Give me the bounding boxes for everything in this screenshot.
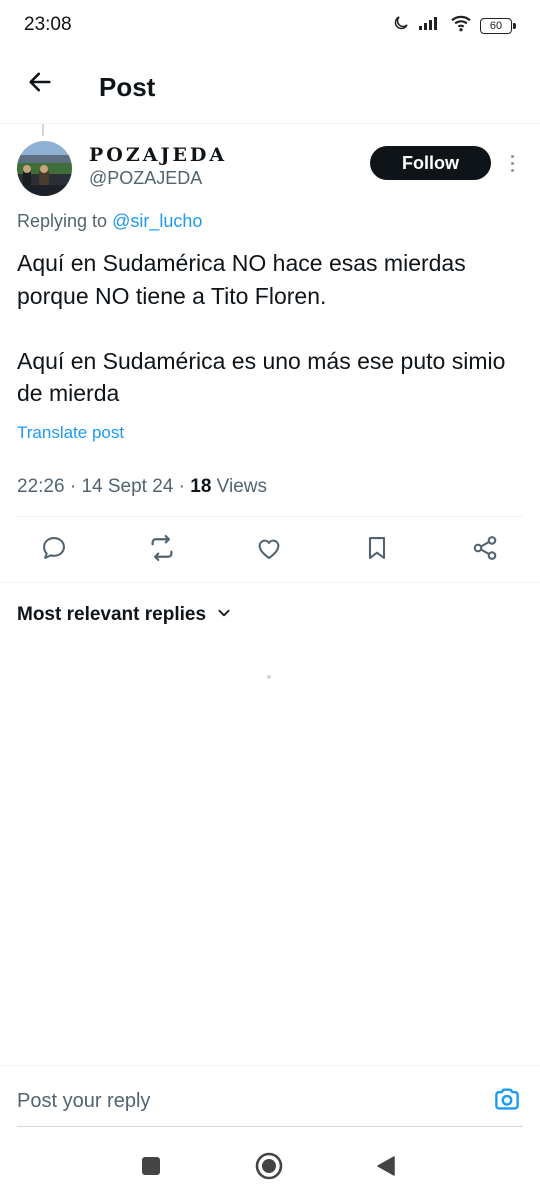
share-button[interactable]	[468, 533, 502, 567]
post-date: 14 Sept 24	[81, 476, 174, 497]
more-dot	[510, 168, 514, 172]
share-icon	[471, 534, 499, 567]
triangle-back-icon	[375, 1155, 397, 1182]
replying-to-link[interactable]: @sir_lucho	[112, 211, 202, 231]
bookmark-button[interactable]	[360, 533, 394, 567]
more-dot	[510, 154, 514, 158]
avatar[interactable]	[17, 141, 72, 196]
reply-icon	[40, 534, 68, 567]
nav-home-button[interactable]	[251, 1150, 287, 1186]
more-options-button[interactable]	[502, 150, 522, 176]
composer-divider	[0, 1065, 540, 1066]
post-paragraph: Aquí en Sudamérica es uno más ese puto s…	[17, 347, 506, 407]
camera-icon	[492, 1084, 522, 1119]
back-button[interactable]	[20, 64, 60, 104]
actions-divider	[0, 582, 540, 583]
retweet-icon	[147, 533, 177, 568]
nav-back-button[interactable]	[368, 1150, 404, 1186]
replies-sort-label: Most relevant replies	[17, 604, 207, 625]
views-label: Views	[216, 476, 268, 497]
views-count[interactable]: 18	[190, 476, 211, 497]
wifi-icon	[450, 14, 472, 37]
reply-input[interactable]	[17, 1083, 477, 1119]
replying-to: Replying to @sir_lucho	[17, 211, 202, 232]
battery-icon: 60	[480, 17, 516, 34]
post-meta: 22:26 · 14 Sept 24 · 18 Views	[17, 476, 267, 498]
replying-prefix: Replying to	[17, 211, 113, 231]
thread-connector	[42, 124, 44, 136]
loading-indicator	[267, 675, 271, 679]
signal-icon	[418, 15, 442, 36]
post-paragraph: Aquí en Sudamérica NO hace esas mierdas …	[17, 250, 466, 309]
bookmark-icon	[363, 534, 391, 567]
nav-recents-button[interactable]	[133, 1150, 169, 1186]
camera-button[interactable]	[490, 1084, 524, 1118]
meta-separator: ·	[178, 476, 191, 497]
reply-button[interactable]	[37, 533, 71, 567]
square-icon	[141, 1156, 161, 1181]
meta-divider	[17, 516, 523, 517]
page-title: Post	[99, 72, 156, 102]
author-display-name[interactable]: POZAJEDA	[89, 144, 227, 166]
chevron-down-icon	[216, 605, 232, 626]
arrow-left-icon	[26, 68, 54, 101]
moon-icon	[392, 14, 410, 37]
follow-button[interactable]: Follow	[370, 146, 491, 180]
like-button[interactable]	[252, 533, 286, 567]
header-divider	[0, 123, 540, 124]
post-body: Aquí en Sudamérica NO hace esas mierdas …	[17, 247, 527, 410]
composer-underline	[17, 1126, 523, 1127]
translate-post-link[interactable]: Translate post	[17, 423, 124, 443]
status-icons: 60	[392, 14, 516, 37]
circle-icon	[255, 1152, 283, 1185]
status-time: 23:08	[24, 14, 72, 35]
post-time: 22:26	[17, 476, 65, 497]
more-dot	[510, 161, 514, 165]
retweet-button[interactable]	[145, 533, 179, 567]
replies-sort-dropdown[interactable]: Most relevant replies	[17, 604, 232, 626]
author-handle[interactable]: @POZAJEDA	[89, 168, 202, 189]
like-icon	[255, 534, 283, 567]
meta-separator: ·	[69, 476, 82, 497]
